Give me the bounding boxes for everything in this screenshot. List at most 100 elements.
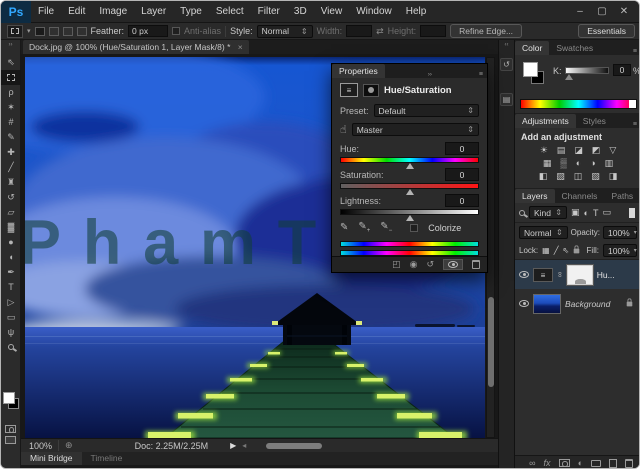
adjustment-layer-thumbnail[interactable]: ≡ <box>533 268 553 282</box>
workspace-essentials-button[interactable]: Essentials <box>578 24 635 38</box>
eyedropper-add-icon[interactable]: ✎+ <box>358 221 370 234</box>
levels-icon[interactable]: ▤ <box>557 145 566 156</box>
eyedropper-sample-icon[interactable]: ✎ <box>340 222 348 233</box>
properties-collapse-icon[interactable]: ›› <box>428 72 436 78</box>
zoom-level[interactable]: 100% <box>29 441 52 451</box>
background-layer-thumbnail[interactable] <box>533 294 561 314</box>
channel-mixer-icon[interactable]: ▥ <box>605 158 614 169</box>
add-layer-mask-icon[interactable] <box>559 459 570 467</box>
style-select[interactable]: Normal⇕ <box>257 25 313 38</box>
lightness-slider-thumb[interactable] <box>406 215 414 221</box>
gradient-map-icon[interactable]: ▧ <box>591 171 600 182</box>
hue-saturation-icon[interactable]: ▦ <box>543 158 552 169</box>
hand-tool[interactable]: ψ <box>1 325 21 340</box>
eyedropper-subtract-icon[interactable]: ✎− <box>380 221 392 234</box>
document-tab-close-icon[interactable]: × <box>233 42 243 52</box>
color-spectrum-bar[interactable] <box>520 99 637 109</box>
layer-row-background[interactable]: Background <box>515 289 640 318</box>
menu-3d[interactable]: 3D <box>287 1 314 23</box>
pen-tool[interactable]: ✒ <box>1 265 21 280</box>
color-panel-menu-icon[interactable]: ≡ <box>633 48 640 55</box>
clone-source-panel-icon[interactable]: ▤ <box>500 93 513 106</box>
refine-edge-button[interactable]: Refine Edge... <box>450 24 522 38</box>
crop-tool[interactable]: # <box>1 115 21 130</box>
swap-wh-icon[interactable]: ⇄ <box>376 26 384 37</box>
foreground-color-swatch[interactable] <box>3 392 15 404</box>
fill-input[interactable]: 100%▾ <box>603 244 637 257</box>
filter-shape-layers-icon[interactable]: ▭ <box>602 207 611 218</box>
threshold-icon[interactable]: ◫ <box>574 171 583 182</box>
horizontal-scrollbar-thumb[interactable] <box>266 443 322 449</box>
menu-layer[interactable]: Layer <box>134 1 173 23</box>
gradient-tool[interactable]: ▓ <box>1 220 21 235</box>
spectrum-white-swatch[interactable] <box>629 100 636 108</box>
tab-properties[interactable]: Properties <box>332 64 385 78</box>
tab-adjustments[interactable]: Adjustments <box>515 114 576 128</box>
menu-select[interactable]: Select <box>209 1 251 23</box>
layer-filter-toggle[interactable] <box>629 208 635 218</box>
menu-view[interactable]: View <box>314 1 350 23</box>
adjustments-panel-menu-icon[interactable]: ≡ <box>633 121 640 128</box>
foreground-color-swatch-panel[interactable] <box>523 62 538 77</box>
rectangle-tool[interactable]: ▭ <box>1 310 21 325</box>
new-adjustment-layer-icon[interactable]: ◐ <box>578 458 583 468</box>
move-tool[interactable]: ⇖ <box>1 55 21 70</box>
k-slider-thumb[interactable] <box>565 74 573 80</box>
toolbar-collapse-icon[interactable]: ›› <box>1 40 20 50</box>
eraser-tool[interactable]: ▱ <box>1 205 21 220</box>
menu-window[interactable]: Window <box>349 1 399 23</box>
selection-add-icon[interactable] <box>49 27 59 36</box>
tab-layers[interactable]: Layers <box>515 189 555 203</box>
colorize-checkbox[interactable] <box>410 224 418 232</box>
mini-bridge-tab[interactable]: Mini Bridge <box>21 452 82 465</box>
filter-pixel-layers-icon[interactable]: ▣ <box>571 207 580 218</box>
hscroll-left-arrow-icon[interactable]: ◂ <box>242 441 246 450</box>
black-white-icon[interactable]: ◐ <box>576 158 581 169</box>
status-flyout-icon[interactable]: ▶ <box>230 441 236 450</box>
maximize-button[interactable]: ▢ <box>591 5 613 19</box>
layer-filter-kind-select[interactable]: Kind⇕ <box>529 206 567 219</box>
properties-panel-menu-icon[interactable]: ≡ <box>479 71 487 78</box>
selection-subtract-icon[interactable] <box>63 27 73 36</box>
view-previous-state-icon[interactable]: ◉ <box>410 259 418 270</box>
expand-panels-icon[interactable]: ‹‹ <box>499 40 514 50</box>
curves-icon[interactable]: ◪ <box>574 145 583 156</box>
tab-paths[interactable]: Paths <box>604 189 640 203</box>
saturation-slider-thumb[interactable] <box>406 189 414 195</box>
filter-type-layers-icon[interactable]: T <box>593 208 599 218</box>
tab-color[interactable]: Color <box>515 41 549 55</box>
width-input[interactable] <box>346 25 372 37</box>
reset-adjustment-icon[interactable]: ↺ <box>426 259 434 270</box>
rectangular-marquee-tool[interactable] <box>1 70 21 85</box>
close-button[interactable]: ✕ <box>613 5 635 19</box>
delete-layer-icon[interactable] <box>625 459 633 468</box>
layer-style-fx-icon[interactable]: fx <box>544 458 551 468</box>
foreground-background-swatches[interactable] <box>3 392 21 412</box>
blur-tool[interactable]: ● <box>1 235 21 250</box>
targeted-adjustment-hand-icon[interactable]: ☝ <box>340 123 347 136</box>
screen-mode-icon[interactable] <box>5 436 16 444</box>
timeline-tab[interactable]: Timeline <box>82 452 132 465</box>
selection-intersect-icon[interactable] <box>77 27 87 36</box>
zoom-tool[interactable] <box>1 340 21 355</box>
brightness-contrast-icon[interactable]: ☀ <box>540 145 548 156</box>
preset-select[interactable]: Default⇕ <box>374 104 479 117</box>
new-group-icon[interactable] <box>591 460 601 467</box>
eyedropper-tool[interactable]: ✎ <box>1 130 21 145</box>
anti-alias-checkbox[interactable] <box>172 27 180 35</box>
hue-value-input[interactable]: 0 <box>445 142 479 155</box>
history-panel-icon[interactable]: ↺ <box>500 58 513 71</box>
document-tab[interactable]: Dock.jpg @ 100% (Hue/Saturation 1, Layer… <box>23 40 249 54</box>
layer-name[interactable]: Background <box>565 299 610 309</box>
tab-styles[interactable]: Styles <box>576 114 613 128</box>
color-balance-icon[interactable]: ▒ <box>560 158 566 169</box>
toggle-visibility-icon[interactable] <box>443 259 463 270</box>
lock-transparent-icon[interactable]: ▦ <box>542 246 550 255</box>
hue-slider-thumb[interactable] <box>406 163 414 169</box>
filter-adjustment-layers-icon[interactable]: ◐ <box>584 208 589 218</box>
channel-select[interactable]: Master⇕ <box>352 123 479 136</box>
lock-position-icon[interactable]: ⇖ <box>563 246 570 255</box>
blend-mode-select[interactable]: Normal⇕ <box>519 226 568 239</box>
lightness-value-input[interactable]: 0 <box>445 194 479 207</box>
dodge-tool[interactable]: ◖ <box>1 250 21 265</box>
